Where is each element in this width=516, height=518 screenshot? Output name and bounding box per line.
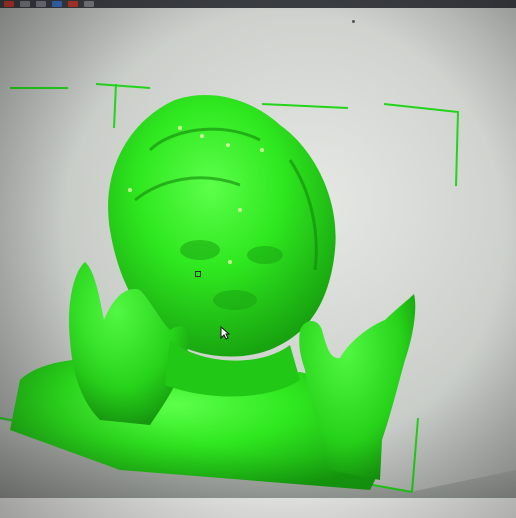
3d-scene (0, 83, 516, 518)
screen-speck (352, 20, 355, 23)
selection-handle[interactable] (195, 271, 201, 277)
photo-of-monitor (0, 0, 516, 518)
monitor-bezel (0, 498, 516, 518)
mouse-cursor-icon (220, 326, 230, 340)
